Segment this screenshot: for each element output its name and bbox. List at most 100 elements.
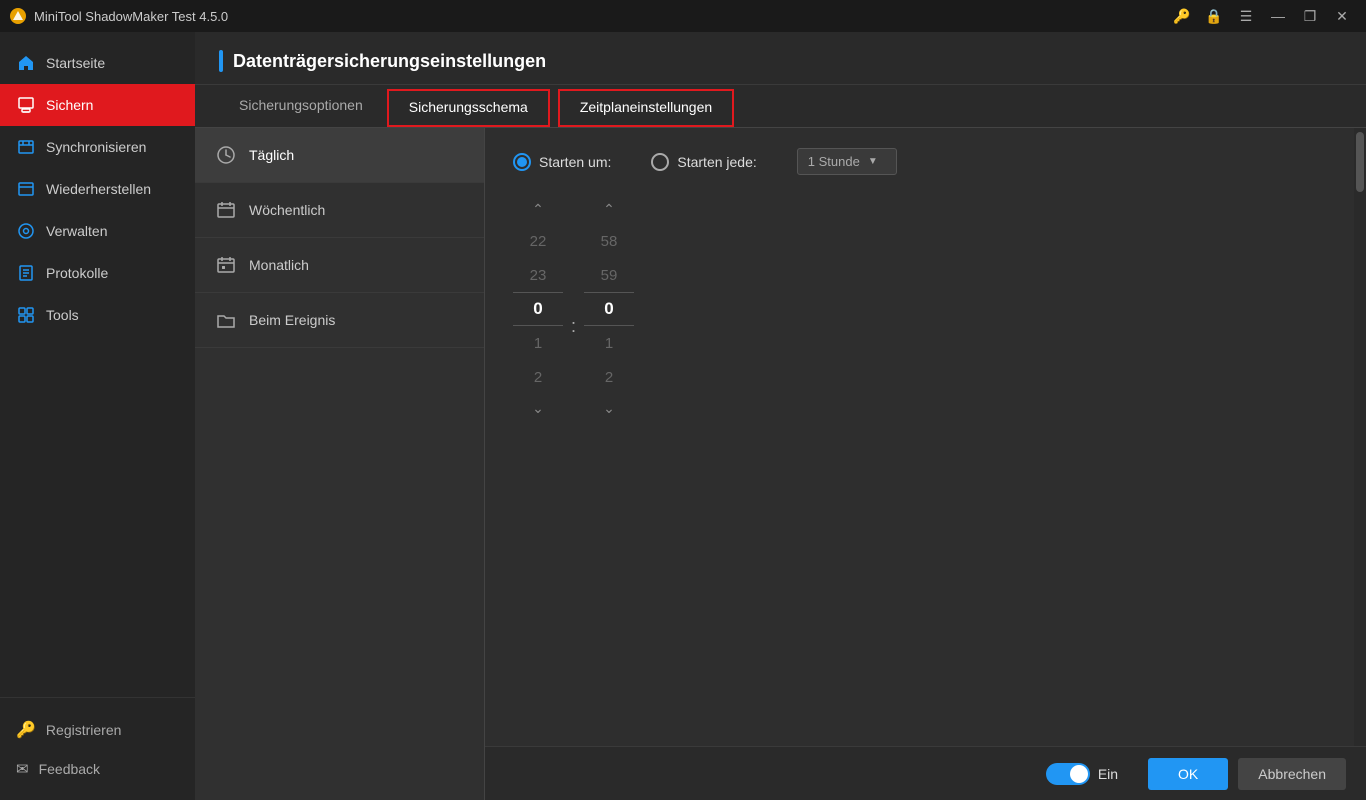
app-title: MiniTool ShadowMaker Test 4.5.0 xyxy=(34,9,228,24)
clock-icon xyxy=(215,144,237,166)
schedule-item-woechentlich[interactable]: Wöchentlich xyxy=(195,183,484,238)
minutes-up-arrow[interactable]: ⌃ xyxy=(597,195,621,224)
key-icon[interactable]: 🔑 xyxy=(1168,2,1196,30)
manage-icon xyxy=(16,221,36,241)
menu-icon[interactable]: ☰ xyxy=(1232,2,1260,30)
titlebar: MiniTool ShadowMaker Test 4.5.0 🔑 🔒 ☰ — … xyxy=(0,0,1366,32)
interval-dropdown[interactable]: 1 Stunde ▼ xyxy=(797,148,897,175)
sidebar-item-protokolle[interactable]: Protokolle xyxy=(0,252,195,294)
minute-current: 0 xyxy=(584,292,634,326)
starten-um-label: Starten um: xyxy=(539,154,611,170)
app-body: Startseite Sichern xyxy=(0,32,1366,800)
sidebar: Startseite Sichern xyxy=(0,32,195,800)
ok-button[interactable]: OK xyxy=(1148,758,1228,790)
sidebar-item-sichern[interactable]: Sichern xyxy=(0,84,195,126)
hours-values: 22 23 0 1 2 xyxy=(513,224,563,394)
tab-sicherungsschema[interactable]: Sicherungsschema xyxy=(387,89,550,127)
minute-59: 59 xyxy=(584,258,634,292)
cancel-button[interactable]: Abbrechen xyxy=(1238,758,1346,790)
folder-icon xyxy=(215,309,237,331)
interval-value: 1 Stunde xyxy=(808,154,860,169)
dropdown-arrow-icon: ▼ xyxy=(868,156,878,167)
starten-jede-label: Starten jede: xyxy=(677,154,756,170)
minute-1: 1 xyxy=(584,326,634,360)
lock-icon[interactable]: 🔒 xyxy=(1200,2,1228,30)
minute-2: 2 xyxy=(584,360,634,394)
calendar-month-icon xyxy=(215,254,237,276)
schedule-label-monatlich: Monatlich xyxy=(249,257,309,273)
start-options: Starten um: Starten jede: 1 Stunde ▼ xyxy=(513,148,1338,175)
logs-icon xyxy=(16,263,36,283)
time-picker: ⌃ 22 23 0 1 2 ⌄ : ⌃ xyxy=(513,195,1338,423)
bottom-bar: Ein OK Abbrechen xyxy=(485,746,1366,800)
hour-1: 1 xyxy=(513,326,563,360)
sidebar-item-wiederherstellen[interactable]: Wiederherstellen xyxy=(0,168,195,210)
sidebar-label-startseite: Startseite xyxy=(46,55,105,71)
mail-icon: ✉ xyxy=(16,760,29,778)
toggle-thumb xyxy=(1070,765,1088,783)
header-accent xyxy=(219,50,223,72)
close-button[interactable]: ✕ xyxy=(1328,2,1356,30)
schedule-label-taeglich: Täglich xyxy=(249,147,294,163)
home-icon xyxy=(16,53,36,73)
sync-icon xyxy=(16,137,36,157)
scrollbar-thumb[interactable] xyxy=(1356,132,1364,192)
schedule-item-beim-ereignis[interactable]: Beim Ereignis xyxy=(195,293,484,348)
scrollbar-track[interactable] xyxy=(1354,128,1366,800)
app-logo xyxy=(10,8,26,24)
content-area: Täglich Wöchentlich xyxy=(195,128,1366,800)
page-header: Datenträgersicherungseinstellungen xyxy=(195,32,1366,85)
sidebar-nav: Startseite Sichern xyxy=(0,42,195,697)
minutes-values: 58 59 0 1 2 xyxy=(584,224,634,394)
sidebar-item-startseite[interactable]: Startseite xyxy=(0,42,195,84)
sidebar-item-synchronisieren[interactable]: Synchronisieren xyxy=(0,126,195,168)
sidebar-item-registrieren[interactable]: 🔑 Registrieren xyxy=(0,710,195,750)
schedule-list: Täglich Wöchentlich xyxy=(195,128,485,800)
sidebar-label-synchronisieren: Synchronisieren xyxy=(46,139,146,155)
main-content: Datenträgersicherungseinstellungen Siche… xyxy=(195,32,1366,800)
sidebar-label-verwalten: Verwalten xyxy=(46,223,107,239)
sidebar-item-tools[interactable]: Tools xyxy=(0,294,195,336)
key-sidebar-icon: 🔑 xyxy=(16,720,36,740)
hours-down-arrow[interactable]: ⌄ xyxy=(526,394,550,423)
minimize-button[interactable]: — xyxy=(1264,2,1292,30)
tab-zeitplaneinstellungen[interactable]: Zeitplaneinstellungen xyxy=(558,89,734,127)
sidebar-item-verwalten[interactable]: Verwalten xyxy=(0,210,195,252)
tab-bar: Sicherungsoptionen Sicherungsschema Zeit… xyxy=(195,85,1366,128)
minute-58: 58 xyxy=(584,224,634,258)
hour-23: 23 xyxy=(513,258,563,292)
sidebar-label-wiederherstellen: Wiederherstellen xyxy=(46,181,151,197)
schedule-label-beim-ereignis: Beim Ereignis xyxy=(249,312,335,328)
minutes-down-arrow[interactable]: ⌄ xyxy=(597,394,621,423)
restore-icon xyxy=(16,179,36,199)
hour-22: 22 xyxy=(513,224,563,258)
sidebar-label-sichern: Sichern xyxy=(46,97,93,113)
hours-column: ⌃ 22 23 0 1 2 ⌄ xyxy=(513,195,563,423)
radio-starten-um[interactable]: Starten um: xyxy=(513,153,611,171)
calendar-week-icon xyxy=(215,199,237,221)
schedule-settings-panel: Starten um: Starten jede: 1 Stunde ▼ xyxy=(485,128,1366,800)
schedule-item-monatlich[interactable]: Monatlich xyxy=(195,238,484,293)
hours-up-arrow[interactable]: ⌃ xyxy=(526,195,550,224)
sidebar-item-feedback[interactable]: ✉ Feedback xyxy=(0,750,195,788)
titlebar-left: MiniTool ShadowMaker Test 4.5.0 xyxy=(10,8,228,24)
schedule-label-woechentlich: Wöchentlich xyxy=(249,202,325,218)
sidebar-bottom: 🔑 Registrieren ✉ Feedback xyxy=(0,697,195,800)
toggle-switch[interactable] xyxy=(1046,763,1090,785)
schedule-item-taeglich[interactable]: Täglich xyxy=(195,128,484,183)
tab-sicherungsoptionen[interactable]: Sicherungsoptionen xyxy=(219,85,383,127)
radio-starten-jede[interactable]: Starten jede: xyxy=(651,153,756,171)
restore-button[interactable]: ❐ xyxy=(1296,2,1324,30)
page-title: Datenträgersicherungseinstellungen xyxy=(233,51,546,72)
sidebar-label-registrieren: Registrieren xyxy=(46,722,121,738)
tools-icon xyxy=(16,305,36,325)
toggle-label: Ein xyxy=(1098,766,1118,782)
radio-starten-jede-circle xyxy=(651,153,669,171)
titlebar-controls: 🔑 🔒 ☰ — ❐ ✕ xyxy=(1168,2,1356,30)
minutes-column: ⌃ 58 59 0 1 2 ⌄ xyxy=(584,195,634,423)
hour-current: 0 xyxy=(513,292,563,326)
backup-icon xyxy=(16,95,36,115)
hour-2: 2 xyxy=(513,360,563,394)
sidebar-label-protokolle: Protokolle xyxy=(46,265,108,281)
time-colon: : xyxy=(571,316,576,337)
